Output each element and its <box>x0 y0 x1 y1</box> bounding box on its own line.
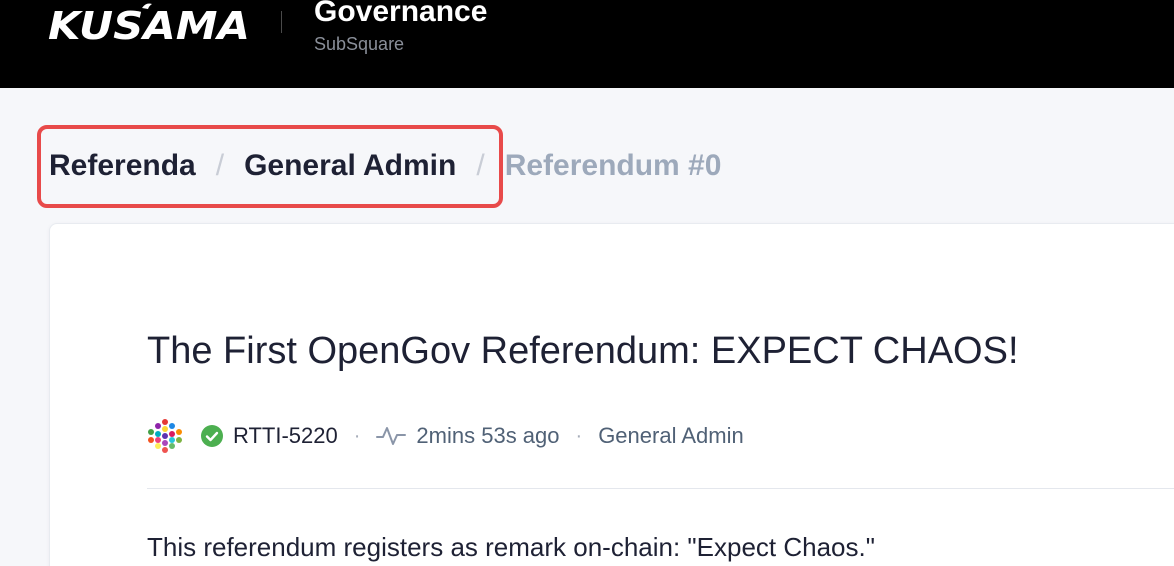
kusama-logo[interactable]: KUSAMA <box>48 2 250 44</box>
app-title: Governance <box>314 0 488 28</box>
post-title: The First OpenGov Referendum: EXPECT CHA… <box>147 330 1019 372</box>
post-body: This referendum registers as remark on-c… <box>147 532 875 562</box>
top-header: KUSAMA Governance SubSquare <box>0 0 1174 88</box>
breadcrumb: Referenda / General Admin / Referendum #… <box>49 146 721 186</box>
header-divider <box>281 11 282 33</box>
identicon-avatar[interactable] <box>147 418 183 454</box>
kusama-logo-icon: KUSAMA <box>48 3 250 44</box>
card-divider <box>147 488 1174 489</box>
breadcrumb-separator: / <box>215 149 225 182</box>
post-time: 2mins 53s ago <box>416 423 560 448</box>
app-subtitle: SubSquare <box>314 34 405 54</box>
track-link[interactable]: General Admin <box>598 422 744 450</box>
post-meta: RTTI-5220 · 2mins 53s ago · General Admi… <box>147 416 744 456</box>
post-card: The First OpenGov Referendum: EXPECT CHA… <box>49 223 1174 566</box>
breadcrumb-referenda[interactable]: Referenda <box>49 146 196 186</box>
breadcrumb-current: Referendum #0 <box>504 149 722 182</box>
breadcrumb-general-admin[interactable]: General Admin <box>244 146 456 186</box>
meta-separator: · <box>575 425 583 447</box>
svg-text:KUSAMA: KUSAMA <box>48 4 250 44</box>
activity-pulse-icon <box>376 425 407 447</box>
meta-separator: · <box>353 425 361 447</box>
author-link[interactable]: RTTI-5220 <box>233 422 338 450</box>
check-circle-icon <box>201 425 223 447</box>
breadcrumb-separator: / <box>476 149 485 182</box>
